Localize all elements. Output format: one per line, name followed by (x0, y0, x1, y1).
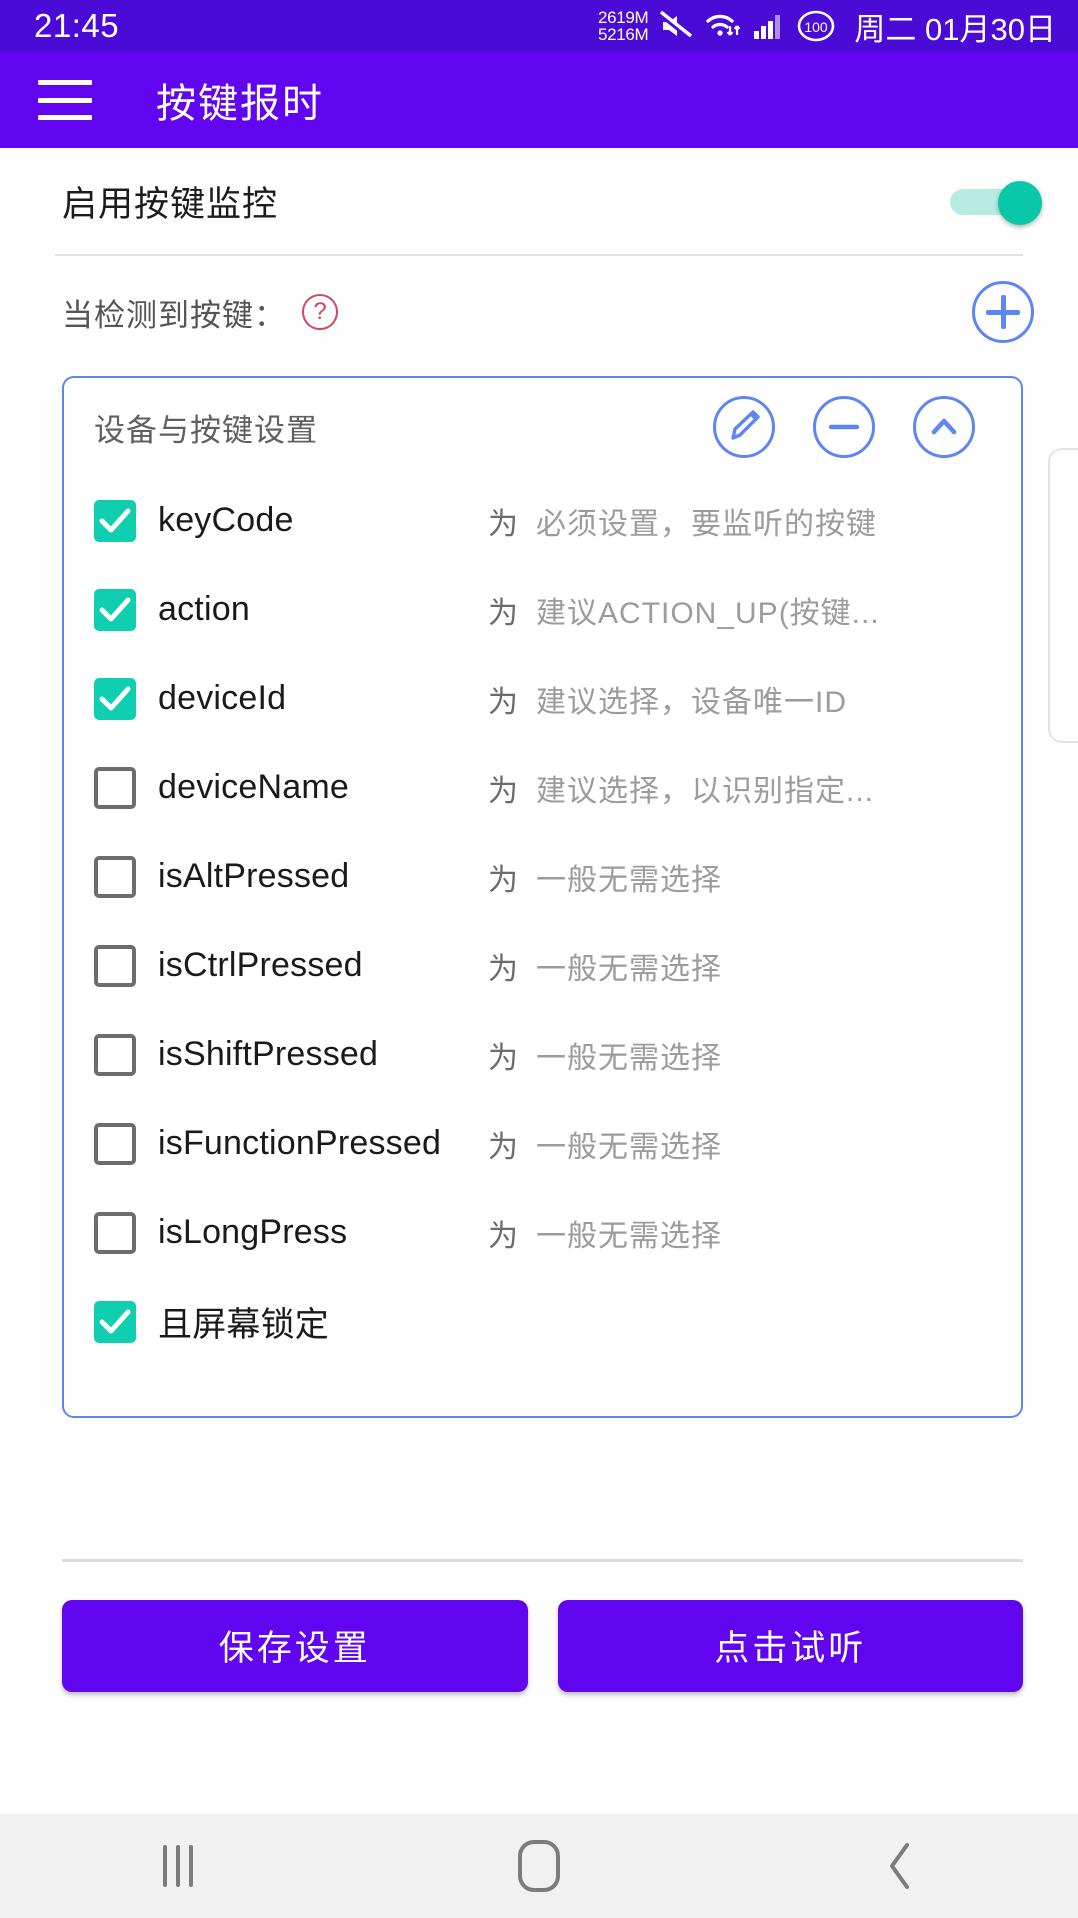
settings-item-row[interactable]: isShiftPressed 为一般无需选择 (64, 1010, 1021, 1099)
enable-monitor-row[interactable]: 启用按键监控 (0, 148, 1078, 254)
settings-item-hint: 一般无需选择 (536, 952, 722, 986)
settings-item-separator: 为 (488, 1219, 518, 1253)
settings-item-row[interactable]: 且屏幕锁定 (64, 1277, 1021, 1366)
settings-item-label: isLongPress (158, 1213, 348, 1251)
checkbox-checked[interactable] (94, 499, 136, 542)
settings-item-list: keyCode 为必须设置，要监听的按键 action 为建议ACTION_UP(按键… (64, 476, 1021, 1366)
settings-item-hint: 一般无需选择 (536, 1041, 722, 1075)
action-buttons: 保存设置 点击试听 (0, 1562, 1078, 1692)
battery-icon: 100 (798, 10, 835, 42)
settings-item-row[interactable]: isCtrlPressed 为一般无需选择 (64, 921, 1021, 1010)
checkbox-unchecked[interactable] (94, 766, 136, 809)
edit-button[interactable] (713, 396, 775, 458)
scrollbar-panel-edge[interactable] (1048, 448, 1078, 743)
detect-key-label: 当检测到按键： (62, 297, 286, 333)
remove-button[interactable] (813, 396, 875, 458)
checkbox-unchecked[interactable] (94, 855, 136, 898)
chevron-up-icon (931, 418, 957, 435)
settings-card-wrapper: 设备与按键设置 keyCode 为 必须设置，要监听的按键 action 为 建… (0, 368, 1078, 1541)
settings-item-separator: 为 (488, 596, 518, 630)
checkbox-unchecked[interactable] (94, 1033, 136, 1076)
checkbox-checked[interactable] (94, 677, 136, 720)
settings-item-separator: 为 (488, 507, 518, 541)
minus-circle-icon (828, 424, 860, 430)
save-button[interactable]: 保存设置 (62, 1599, 528, 1692)
settings-item-row[interactable]: isLongPress 为一般无需选择 (64, 1188, 1021, 1277)
back-icon[interactable] (885, 1840, 915, 1892)
settings-item-separator: 为 (488, 685, 518, 719)
app-bar: 按键报时 (0, 52, 1078, 148)
card-header: 设备与按键设置 (64, 378, 1021, 476)
status-time: 21:45 (34, 7, 120, 44)
settings-item-hint: 一般无需选择 (536, 863, 722, 897)
signal-icon (754, 15, 781, 39)
memory-indicator: 2619M 5216M (597, 7, 649, 44)
recents-icon[interactable] (162, 1845, 193, 1887)
settings-item-row[interactable]: deviceId 为建议选择，设备唯一ID (64, 654, 1021, 743)
memory-total: 5216M (597, 25, 649, 44)
plus-circle-icon[interactable] (972, 281, 1034, 343)
preview-button[interactable]: 点击试听 (557, 1599, 1023, 1692)
status-icons: 2619M 5216M 100 周二 01月30日 (598, 4, 1056, 49)
settings-item-label: isAltPressed (158, 857, 350, 895)
status-date: 周二 01月30日 (854, 11, 1056, 47)
mute-icon (659, 11, 694, 41)
switch-thumb (998, 181, 1042, 225)
settings-item-hint: 建议ACTION_UP(按键... (536, 596, 880, 630)
settings-item-row[interactable]: isFunctionPressed 为一般无需选择 (64, 1099, 1021, 1188)
system-nav-bar (0, 1814, 1078, 1918)
enable-monitor-switch[interactable] (950, 181, 1042, 225)
checkbox-unchecked[interactable] (94, 1211, 136, 1254)
checkbox-checked[interactable] (94, 1300, 136, 1343)
detect-key-row: 当检测到按键： ? (0, 256, 1078, 368)
settings-item-separator: 为 (488, 952, 518, 986)
card-title: 设备与按键设置 (94, 412, 318, 448)
hamburger-menu-icon[interactable] (38, 80, 92, 120)
status-bar: 21:45 2619M 5216M 100 周二 01月30日 (0, 0, 1078, 52)
settings-item-hint: 必须设置，要监听的按键 (536, 507, 877, 541)
settings-item-hint: 一般无需选择 (536, 1219, 722, 1253)
settings-item-row[interactable]: action 为建议ACTION_UP(按键... (64, 565, 1021, 654)
settings-item-separator: 为 (488, 1041, 518, 1075)
question-mark-icon[interactable]: ? (302, 294, 338, 330)
settings-item-label: isShiftPressed (158, 1035, 379, 1073)
checkbox-checked[interactable] (94, 588, 136, 631)
settings-item-hint: 建议选择，设备唯一ID (536, 685, 847, 719)
page-title: 按键报时 (156, 82, 324, 126)
settings-item-label: keyCode (158, 501, 294, 539)
settings-item-label: deviceName (158, 768, 349, 806)
main-content: 启用按键监控 当检测到按键： ? 设备与按键设置 keyCode 为 必须设置，… (0, 148, 1078, 1814)
enable-monitor-label: 启用按键监控 (62, 184, 279, 224)
checkbox-unchecked[interactable] (94, 1122, 136, 1165)
settings-item-hint: 建议选择，以识别指定... (536, 774, 875, 808)
home-icon[interactable] (517, 1840, 560, 1892)
settings-item-row[interactable]: keyCode 为必须设置，要监听的按键 (64, 476, 1021, 565)
settings-item-label: isFunctionPressed (158, 1124, 442, 1162)
wifi-icon (706, 14, 741, 36)
settings-item-label: 且屏幕锁定 (158, 1306, 329, 1344)
device-key-settings-card: 设备与按键设置 keyCode 为 必须设置，要监听的按键 action 为 建… (62, 376, 1023, 1418)
collapse-button[interactable] (913, 396, 975, 458)
settings-item-label: deviceId (158, 679, 287, 717)
settings-item-label: action (158, 590, 250, 628)
settings-item-row[interactable]: isAltPressed 为一般无需选择 (64, 832, 1021, 921)
settings-item-row[interactable]: deviceName 为建议选择，以识别指定... (64, 743, 1021, 832)
memory-used: 2619M (597, 7, 649, 27)
settings-item-separator: 为 (488, 863, 518, 897)
settings-item-separator: 为 (488, 1130, 518, 1164)
settings-item-label: isCtrlPressed (158, 946, 363, 984)
settings-item-hint: 一般无需选择 (536, 1130, 722, 1164)
settings-item-separator: 为 (488, 774, 518, 808)
pencil-icon (731, 410, 760, 440)
checkbox-unchecked[interactable] (94, 944, 136, 987)
svg-text:100: 100 (805, 19, 829, 35)
phone-screen: 21:45 2619M 5216M 100 周二 01月30日 按键报时 启用按… (0, 0, 1078, 1918)
